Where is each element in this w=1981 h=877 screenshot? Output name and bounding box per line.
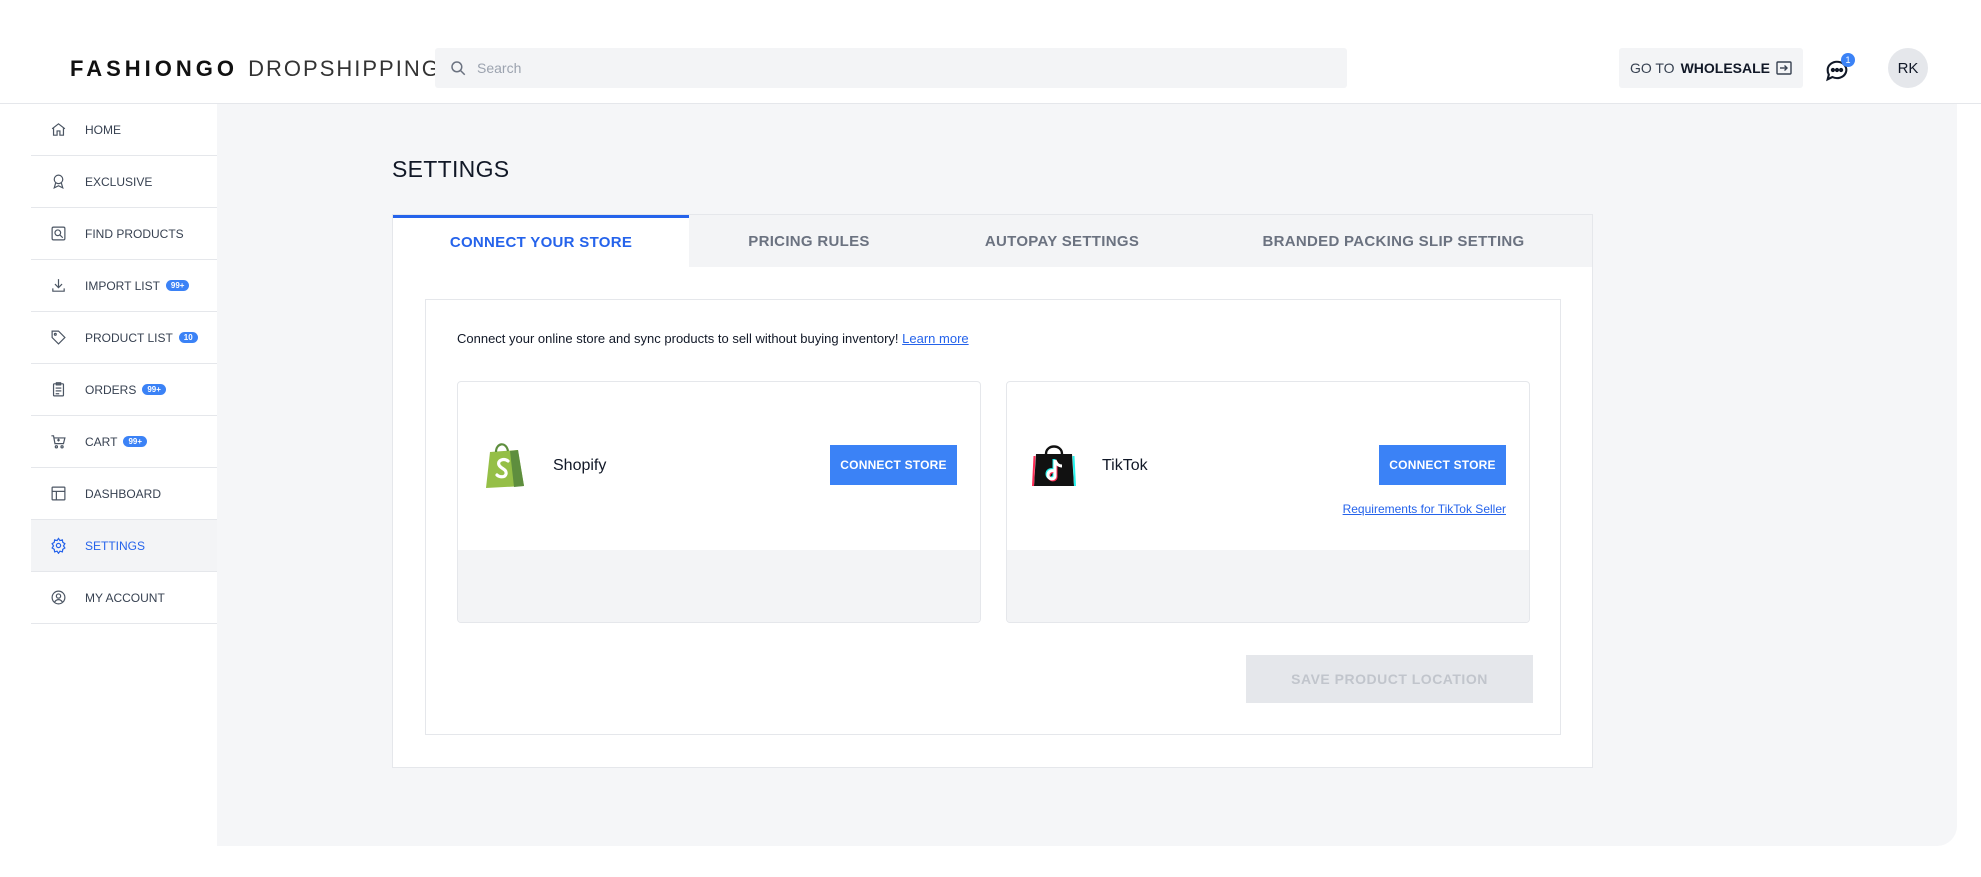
sidebar-item-cart[interactable]: CART 99+ [31,416,217,468]
tab-pricing-rules[interactable]: PRICING RULES [689,215,929,267]
exit-icon [1776,61,1792,75]
tiktok-requirements-link[interactable]: Requirements for TikTok Seller [1343,502,1506,516]
tag-icon [49,329,67,347]
cart-icon [49,433,67,451]
sidebar-item-settings[interactable]: SETTINGS [31,520,217,572]
intro-text: Connect your online store and sync produ… [457,331,969,346]
sidebar-item-orders[interactable]: ORDERS 99+ [31,364,217,416]
tab-branded-packing-slip-setting[interactable]: BRANDED PACKING SLIP SETTING [1195,215,1592,267]
sidebar-item-find-products[interactable]: FIND PRODUCTS [31,208,217,260]
search-document-icon [49,225,67,243]
chat-notification-badge: 1 [1841,53,1855,67]
sidebar-item-my-account[interactable]: MY ACCOUNT [31,572,217,624]
award-icon [49,173,67,191]
dashboard-icon [49,485,67,503]
tiktok-store-card: TikTok CONNECT STORE Requirements for Ti… [1006,381,1530,623]
page-title: SETTINGS [392,156,510,182]
shopify-logo-icon [486,443,524,488]
save-product-location-button[interactable]: SAVE PRODUCT LOCATION [1246,655,1533,703]
orders-count-badge: 99+ [142,384,166,395]
product-list-count-badge: 10 [178,332,198,343]
learn-more-link[interactable]: Learn more [902,331,968,346]
tab-autopay-settings[interactable]: AUTOPAY SETTINGS [929,215,1195,267]
sidebar-item-import-list[interactable]: IMPORT LIST 99+ [31,260,217,312]
sidebar-item-product-list[interactable]: PRODUCT LIST 10 [31,312,217,364]
card-footer [1007,550,1529,622]
top-header: FASHIONGO DROPSHIPPING GO TO WHOLESALE 1… [0,0,1981,104]
store-name: TikTok [1102,457,1148,474]
tab-connect-your-store[interactable]: CONNECT YOUR STORE [393,215,689,267]
avatar[interactable]: RK [1888,48,1928,88]
download-icon [49,277,67,295]
gear-icon [49,537,67,555]
sidebar-item-dashboard[interactable]: DASHBOARD [31,468,217,520]
clipboard-icon [49,381,67,399]
go-to-wholesale-button[interactable]: GO TO WHOLESALE [1619,48,1803,88]
connect-tiktok-button[interactable]: CONNECT STORE [1379,445,1506,485]
sidebar-item-exclusive[interactable]: EXCLUSIVE [31,156,217,208]
card-footer [458,550,980,622]
settings-card: CONNECT YOUR STORE PRICING RULES AUTOPAY… [392,214,1593,768]
connect-shopify-button[interactable]: CONNECT STORE [830,445,957,485]
search-bar [435,48,1347,88]
home-icon [49,121,67,139]
search-input[interactable] [477,60,1337,76]
user-circle-icon [49,589,67,607]
tiktok-logo-icon [1032,445,1076,487]
shopify-store-card: Shopify CONNECT STORE [457,381,981,623]
app-logo[interactable]: FASHIONGO DROPSHIPPING [70,56,441,82]
settings-tabs: CONNECT YOUR STORE PRICING RULES AUTOPAY… [393,215,1592,267]
sidebar-item-home[interactable]: HOME [31,104,217,156]
connect-store-panel: Connect your online store and sync produ… [425,299,1561,735]
cart-count-badge: 99+ [123,436,148,447]
store-name: Shopify [553,457,607,474]
import-list-count-badge: 99+ [165,280,190,291]
search-icon [451,61,466,76]
sidebar: HOME EXCLUSIVE FIND PRODUCTS IMPORT LIST… [31,104,217,846]
main-content: SETTINGS CONNECT YOUR STORE PRICING RULE… [217,104,1957,846]
